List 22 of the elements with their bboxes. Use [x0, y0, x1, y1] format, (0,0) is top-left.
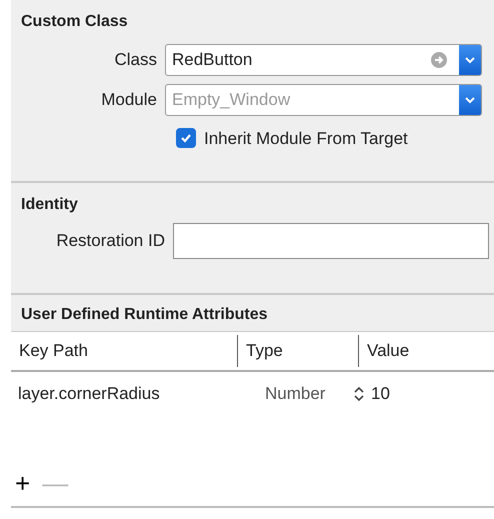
- field-label: Restoration ID: [55, 230, 166, 252]
- dropdown-button[interactable]: [459, 45, 481, 75]
- table-cell-text: layer.cornerRadius: [17, 383, 161, 406]
- dropdown-button[interactable]: [459, 85, 481, 115]
- checkbox[interactable]: [176, 128, 196, 148]
- table-cell-text: 10: [370, 383, 390, 406]
- text-field[interactable]: [173, 223, 489, 259]
- add-button[interactable]: +: [15, 470, 30, 496]
- table-cell-text: Number: [264, 383, 326, 406]
- combo-box[interactable]: RedButton: [165, 44, 482, 76]
- column-header[interactable]: Type: [238, 338, 358, 364]
- chevron-icon: [464, 56, 476, 64]
- section-title: Custom Class: [20, 12, 128, 32]
- checkbox-label: Inherit Module From Target: [204, 128, 408, 150]
- field-label: Class: [113, 49, 158, 72]
- section-title: Identity: [20, 195, 78, 215]
- section-title: User Defined Runtime Attributes: [20, 305, 268, 325]
- column-header[interactable]: Key Path: [11, 338, 237, 364]
- field-label: Module: [100, 89, 158, 112]
- stepper-icon[interactable]: [353, 386, 365, 402]
- column-header[interactable]: Value: [359, 338, 469, 364]
- chevron-icon: [464, 96, 476, 104]
